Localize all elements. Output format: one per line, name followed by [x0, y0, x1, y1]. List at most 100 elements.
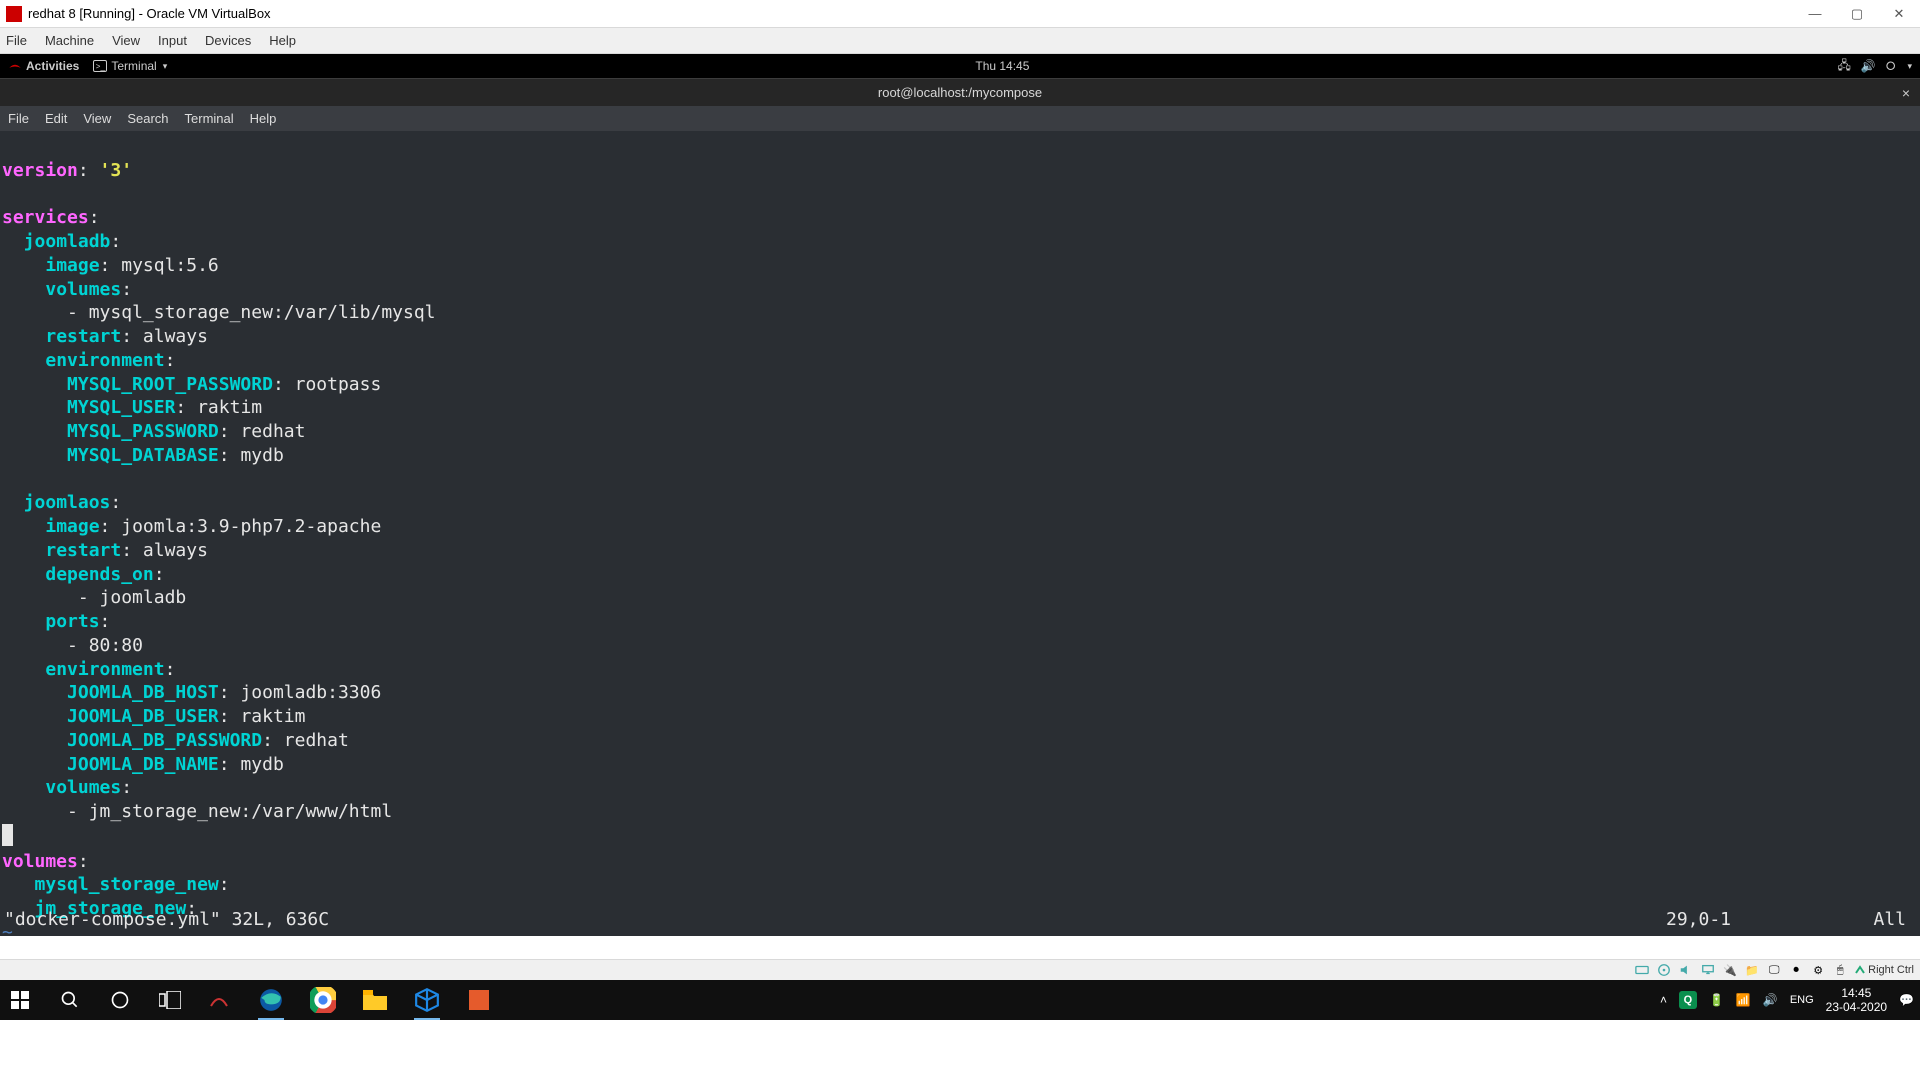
vb-menu-input[interactable]: Input [158, 33, 187, 48]
vb-menu-view[interactable]: View [112, 33, 140, 48]
tray-wifi-icon[interactable]: 📶 [1736, 993, 1751, 1007]
yaml-value: joomladb:3306 [240, 682, 381, 703]
minimize-icon[interactable]: — [1808, 7, 1822, 21]
yaml-value: mysql_storage_new:/var/lib/mysql [89, 302, 436, 323]
yaml-value: mysql:5.6 [121, 255, 219, 276]
yaml-key: volumes [45, 777, 121, 798]
terminal-content[interactable]: version: '3' services: joomladb: image: … [0, 131, 1920, 936]
yaml-key: depends_on [45, 564, 153, 585]
vb-mouse-icon[interactable]: 🖱 [1832, 962, 1848, 978]
gnome-top-bar: Activities >_ Terminal ▾ Thu 14:45 🖧 🔊 ⭘… [0, 54, 1920, 78]
yaml-value: '3' [100, 160, 133, 181]
close-icon[interactable]: ✕ [1892, 7, 1906, 21]
virtualbox-window-title: redhat 8 [Running] - Oracle VM VirtualBo… [28, 6, 1808, 21]
yaml-value: rootpass [295, 374, 382, 395]
chevron-down-icon[interactable]: ▾ [1907, 61, 1912, 72]
taskbar-app-chrome[interactable] [308, 985, 338, 1015]
vb-network-icon[interactable] [1700, 962, 1716, 978]
yaml-value: raktim [240, 706, 305, 727]
yaml-key: volumes [45, 279, 121, 300]
taskbar-app-virtualbox[interactable] [412, 985, 442, 1015]
tray-app-icon[interactable]: Q [1679, 991, 1697, 1009]
terminal-menubar: File Edit View Search Terminal Help [0, 106, 1920, 131]
yaml-env-key: JOOMLA_DB_USER [67, 706, 219, 727]
taskbar-app-file-explorer[interactable] [360, 985, 390, 1015]
yaml-key: environment [45, 350, 164, 371]
yaml-key: restart [45, 326, 121, 347]
windows-search-button[interactable] [56, 986, 84, 1014]
yaml-env-key: JOOMLA_DB_PASSWORD [67, 730, 262, 751]
tray-battery-icon[interactable]: 🔋 [1709, 993, 1724, 1007]
yaml-env-key: MYSQL_USER [67, 397, 175, 418]
yaml-value: joomla:3.9-php7.2-apache [121, 516, 381, 537]
current-app-terminal[interactable]: >_ Terminal ▾ [93, 59, 167, 73]
vb-hdd-icon[interactable] [1634, 962, 1650, 978]
yaml-env-key: MYSQL_ROOT_PASSWORD [67, 374, 273, 395]
vb-usb-icon[interactable]: 🔌 [1722, 962, 1738, 978]
yaml-key: ports [45, 611, 99, 632]
terminal-titlebar: root@localhost:/mycompose × [0, 78, 1920, 106]
virtualbox-logo-icon [6, 6, 22, 22]
task-view-button[interactable] [156, 986, 184, 1014]
taskbar-app-generic[interactable] [204, 985, 234, 1015]
yaml-value: redhat [284, 730, 349, 751]
terminal-close-button[interactable]: × [1902, 85, 1910, 101]
yaml-value: redhat [240, 421, 305, 442]
yaml-value: always [143, 540, 208, 561]
vb-cpu-icon[interactable]: ⚙ [1810, 962, 1826, 978]
yaml-service-name: joomlaos [24, 492, 111, 513]
terminal-app-label: Terminal [111, 59, 156, 73]
yaml-key: version [2, 160, 78, 181]
windows-start-button[interactable] [6, 986, 34, 1014]
virtualbox-statusbar: 🔌 📁 🖵 ⏺ ⚙ 🖱 Right Ctrl [0, 959, 1920, 980]
tray-language-icon[interactable]: ENG [1790, 994, 1814, 1006]
yaml-value: jm_storage_new:/var/www/html [89, 801, 392, 822]
maximize-icon[interactable]: ▢ [1850, 7, 1864, 21]
power-icon[interactable]: ⭘ [1886, 59, 1896, 74]
redhat-logo-icon [8, 59, 22, 73]
terminal-icon: >_ [93, 60, 107, 72]
yaml-value: raktim [197, 397, 262, 418]
vb-host-key-indicator[interactable]: Right Ctrl [1854, 964, 1914, 976]
vb-menu-file[interactable]: File [6, 33, 27, 48]
term-menu-help[interactable]: Help [250, 111, 277, 126]
term-menu-file[interactable]: File [8, 111, 29, 126]
volume-icon[interactable]: 🔊 [1861, 59, 1876, 73]
network-icon[interactable]: 🖧 [1838, 56, 1851, 77]
vb-audio-icon[interactable] [1678, 962, 1694, 978]
yaml-env-key: JOOMLA_DB_NAME [67, 754, 219, 775]
yaml-key: volumes [2, 851, 78, 872]
vb-menu-help[interactable]: Help [269, 33, 296, 48]
yaml-value: joomladb [100, 587, 187, 608]
tray-chevron-up-icon[interactable]: ˄ [1660, 993, 1667, 1007]
yaml-key: services [2, 207, 89, 228]
taskbar-app-generic2[interactable] [464, 985, 494, 1015]
cortana-button[interactable] [106, 986, 134, 1014]
terminal-title: root@localhost:/mycompose [878, 85, 1042, 100]
vb-optical-icon[interactable] [1656, 962, 1672, 978]
vb-shared-folder-icon[interactable]: 📁 [1744, 962, 1760, 978]
vim-filename: "docker-compose.yml" 32L, 636C [4, 908, 1666, 932]
gnome-clock[interactable]: Thu 14:45 [167, 59, 1837, 73]
vb-recording-icon[interactable]: ⏺ [1788, 962, 1804, 978]
term-menu-edit[interactable]: Edit [45, 111, 67, 126]
virtualbox-titlebar: redhat 8 [Running] - Oracle VM VirtualBo… [0, 0, 1920, 28]
vim-status-line: "docker-compose.yml" 32L, 636C 29,0-1 Al… [4, 908, 1916, 932]
term-menu-search[interactable]: Search [127, 111, 168, 126]
vb-menu-devices[interactable]: Devices [205, 33, 251, 48]
yaml-value: mydb [240, 445, 283, 466]
vim-cursor [2, 824, 13, 846]
tray-notifications-icon[interactable]: 💬 [1899, 993, 1914, 1007]
yaml-env-key: MYSQL_PASSWORD [67, 421, 219, 442]
yaml-value: 80:80 [89, 635, 143, 656]
term-menu-view[interactable]: View [83, 111, 111, 126]
vb-menu-machine[interactable]: Machine [45, 33, 94, 48]
taskbar-clock[interactable]: 14:45 23-04-2020 [1826, 986, 1887, 1015]
vb-display-icon[interactable]: 🖵 [1766, 962, 1782, 978]
windows-taskbar: ˄ Q 🔋 📶 🔊 ENG 14:45 23-04-2020 💬 [0, 980, 1920, 1020]
yaml-value: always [143, 326, 208, 347]
term-menu-terminal[interactable]: Terminal [185, 111, 234, 126]
tray-volume-icon[interactable]: 🔊 [1763, 993, 1778, 1007]
taskbar-app-edge[interactable] [256, 985, 286, 1015]
activities-button[interactable]: Activities [26, 59, 79, 73]
